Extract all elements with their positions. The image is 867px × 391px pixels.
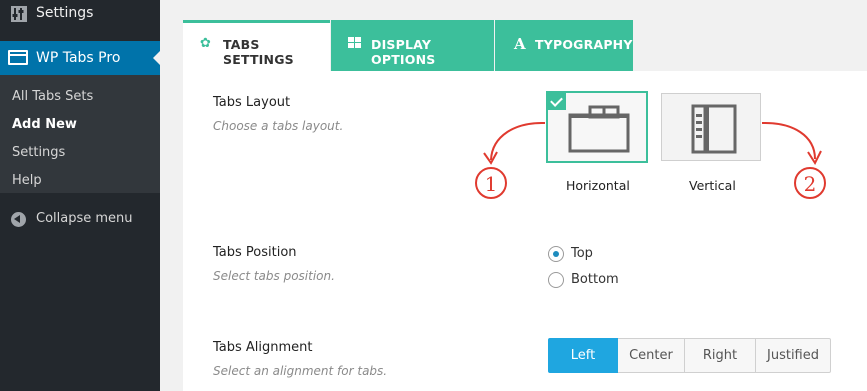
radio-label-bottom[interactable]: Bottom xyxy=(571,272,619,287)
alignment-button-group: Left Center Right Justified xyxy=(548,338,831,373)
tabs-position-description: Select tabs position. xyxy=(213,269,335,283)
radio-top[interactable] xyxy=(548,246,564,262)
annotation-number-1: 1 xyxy=(485,172,498,196)
tabs-position-title: Tabs Position xyxy=(213,245,297,260)
annotation-number-2: 2 xyxy=(804,172,817,196)
app-root: Settings WP Tabs Pro All Tabs Sets Add N… xyxy=(0,0,867,391)
align-right-button[interactable]: Right xyxy=(685,338,756,373)
align-left-button[interactable]: Left xyxy=(548,338,618,373)
radio-label-top[interactable]: Top xyxy=(571,246,593,261)
annotation-arrow-right xyxy=(761,121,816,160)
tabs-alignment-description: Select an alignment for tabs. xyxy=(213,364,388,378)
radio-bottom[interactable] xyxy=(548,272,564,288)
annotation-overlay: 1 2 xyxy=(475,121,826,199)
tabs-alignment-title: Tabs Alignment xyxy=(213,340,313,355)
align-justified-button[interactable]: Justified xyxy=(756,338,831,373)
align-center-button[interactable]: Center xyxy=(618,338,685,373)
annotation-arrow-left xyxy=(490,121,546,161)
